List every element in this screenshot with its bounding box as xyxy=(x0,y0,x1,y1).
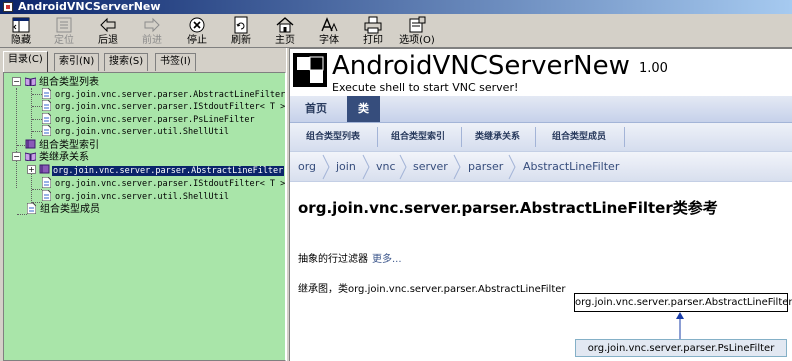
class-brief: 抽象的行过滤器 更多... xyxy=(298,250,402,265)
breadcrumb-item[interactable]: vnc xyxy=(376,152,396,182)
inheritance-arrow xyxy=(676,312,684,340)
page-icon xyxy=(42,88,51,99)
breadcrumb-item[interactable]: server xyxy=(413,152,448,182)
hide-icon xyxy=(12,17,30,33)
home-button[interactable]: 主页 xyxy=(265,16,305,46)
content-pane: AndroidVNCServerNew 1.00 Execute shell t… xyxy=(290,48,792,361)
options-icon xyxy=(409,16,426,33)
closed-book-icon xyxy=(39,164,50,174)
refresh-button[interactable]: 刷新 xyxy=(221,16,261,46)
chevron-right-icon xyxy=(362,154,370,180)
breadcrumb-item[interactable]: org xyxy=(298,152,316,182)
more-link[interactable]: 更多... xyxy=(372,254,402,265)
hide-button[interactable]: 隐藏 xyxy=(1,16,41,46)
tree-node[interactable]: 类继承关系 xyxy=(25,151,90,163)
breadcrumb-item[interactable]: parser xyxy=(468,152,503,182)
main-nav: 首页 类 xyxy=(290,96,792,123)
options-button[interactable]: 选项(O) xyxy=(397,16,437,46)
nav-home[interactable]: 首页 xyxy=(292,96,340,122)
back-arrow-icon xyxy=(100,17,116,33)
font-button[interactable]: 字体 xyxy=(309,16,349,46)
page-icon xyxy=(27,203,36,214)
back-button[interactable]: 后退 xyxy=(88,16,128,46)
app-icon xyxy=(3,2,13,12)
print-button[interactable]: 打印 xyxy=(353,16,393,46)
project-logo xyxy=(293,53,327,87)
window-title: AndroidVNCServerNew xyxy=(18,0,161,13)
subnav-class-index[interactable]: 组合类型索引 xyxy=(391,123,445,151)
locate-icon xyxy=(56,17,72,33)
diagram-derived-class[interactable]: org.join.vnc.server.parser.PsLineFilter xyxy=(575,339,787,357)
window-titlebar: AndroidVNCServerNew xyxy=(0,0,792,14)
inheritance-title: 继承图，类org.join.vnc.server.parser.Abstract… xyxy=(298,284,566,295)
expand-toggle[interactable]: + xyxy=(27,165,36,174)
tab-search[interactable]: 搜索(S) xyxy=(104,53,149,71)
collapse-toggle[interactable]: − xyxy=(12,152,21,161)
toolbar: 隐藏 定位 后退 前进 停止 刷新 主页 字体 打印 选项(O) xyxy=(0,14,792,48)
project-brief: Execute shell to start VNC server! xyxy=(332,81,519,94)
refresh-icon xyxy=(234,16,248,34)
collapse-toggle[interactable]: − xyxy=(12,77,21,86)
contents-tree[interactable]: − 组合类型列表 org.join.vnc.server.parser.Abst… xyxy=(3,72,286,361)
home-icon xyxy=(276,17,294,33)
forward-arrow-icon xyxy=(144,17,160,33)
nav-classes[interactable]: 类 xyxy=(347,96,380,122)
tree-node[interactable]: 组合类型成员 xyxy=(27,203,101,215)
chevron-right-icon xyxy=(399,154,407,180)
tree-node[interactable]: org.join.vnc.server.util.ShellUtil xyxy=(42,190,230,202)
project-version: 1.00 xyxy=(639,61,668,76)
tab-index[interactable]: 索引(N) xyxy=(54,53,100,71)
tree-node[interactable]: org.join.vnc.server.parser.IStdoutFilter… xyxy=(42,100,285,112)
subnav-class-list[interactable]: 组合类型列表 xyxy=(306,123,360,151)
page-title: org.join.vnc.server.parser.AbstractLineF… xyxy=(298,199,718,217)
closed-book-icon xyxy=(25,139,36,149)
breadcrumb: org join vnc server parser AbstractLineF… xyxy=(290,152,792,182)
open-book-icon xyxy=(25,152,36,161)
tree-node[interactable]: 组合类型列表 xyxy=(25,76,100,88)
project-name: AndroidVNCServerNew xyxy=(332,51,630,81)
locate-button[interactable]: 定位 xyxy=(44,16,84,46)
stop-button[interactable]: 停止 xyxy=(177,16,217,46)
font-icon xyxy=(321,17,338,32)
breadcrumb-item[interactable]: join xyxy=(336,152,356,182)
page-icon xyxy=(42,113,51,124)
page-icon xyxy=(42,125,51,136)
open-book-icon xyxy=(25,77,36,86)
tree-node[interactable]: org.join.vnc.server.parser.AbstractLineF… xyxy=(39,164,285,176)
chevron-right-icon xyxy=(453,154,461,180)
print-icon xyxy=(364,16,382,34)
brief-text: 抽象的行过滤器 xyxy=(298,254,368,265)
chevron-right-icon xyxy=(322,154,330,180)
subnav-class-hierarchy[interactable]: 类继承关系 xyxy=(475,123,520,151)
tab-bookmarks[interactable]: 书签(I) xyxy=(155,53,196,71)
tree-node[interactable]: org.join.vnc.server.util.ShellUtil xyxy=(42,125,230,137)
page-icon xyxy=(42,190,51,201)
breadcrumb-item[interactable]: AbstractLineFilter xyxy=(523,152,619,182)
page-icon xyxy=(42,100,51,111)
tab-contents[interactable]: 目录(C) xyxy=(3,51,48,72)
sub-nav: 组合类型列表 组合类型索引 类继承关系 组合类型成员 xyxy=(290,123,792,152)
page-icon xyxy=(42,177,51,188)
stop-icon xyxy=(189,17,205,33)
tree-node[interactable]: org.join.vnc.server.parser.IStdoutFilter… xyxy=(42,177,285,189)
tree-node[interactable]: 组合类型索引 xyxy=(25,139,100,151)
diagram-base-class[interactable]: org.join.vnc.server.parser.AbstractLineF… xyxy=(574,293,792,312)
forward-button[interactable]: 前进 xyxy=(132,16,172,46)
nav-tabs: 目录(C) 索引(N) 搜索(S) 书签(I) xyxy=(0,50,289,72)
subnav-class-members[interactable]: 组合类型成员 xyxy=(552,123,606,151)
tree-node[interactable]: org.join.vnc.server.parser.AbstractLineF… xyxy=(42,88,285,100)
chevron-right-icon xyxy=(508,154,516,180)
tree-node[interactable]: org.join.vnc.server.parser.PsLineFilter xyxy=(42,113,256,125)
